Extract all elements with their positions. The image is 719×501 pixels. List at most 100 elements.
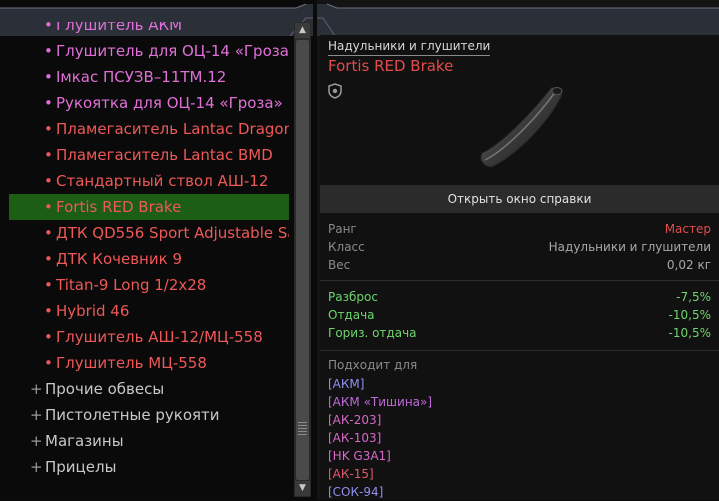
tree-item[interactable]: • Глушитель МЦ-558: [9, 350, 289, 376]
tree-item-label: Глушитель МЦ-558: [56, 354, 207, 372]
stat-row: Отдача -10,5%: [328, 306, 711, 324]
tree-item-partial[interactable]: • Глушитель АКМ: [9, 22, 289, 38]
tree-item[interactable]: • ДТК Кочевник 9: [9, 246, 289, 272]
tree-item[interactable]: • Пламегаситель Lantac BMD: [9, 142, 289, 168]
stat-value: -10,5%: [668, 308, 711, 322]
info-value: Надульники и глушители: [548, 240, 711, 254]
tree-item-label: Рукоятка для ОЦ-14 «Гроза»: [56, 94, 283, 112]
tree-item-label: Titan-9 Long 1/2x28: [56, 276, 207, 294]
stat-key: Гориз. отдача: [328, 326, 417, 340]
fits-title: Подходит для: [328, 358, 418, 372]
fits-weapon-link[interactable]: [АКМ «Тишина»]: [328, 393, 432, 411]
bullet-icon: •: [44, 302, 53, 320]
bullet-icon: •: [44, 276, 53, 294]
expand-plus-icon[interactable]: +: [30, 376, 45, 402]
info-row: Ранг Мастер: [328, 220, 711, 238]
info-key: Класс: [328, 240, 365, 254]
fits-weapon-link[interactable]: [АК-15]: [328, 465, 432, 483]
bullet-icon: •: [44, 94, 53, 112]
expand-plus-icon[interactable]: +: [30, 454, 45, 480]
item-preview-image: [480, 86, 563, 168]
bullet-icon: •: [44, 250, 53, 268]
open-help-button[interactable]: Открыть окно справки: [320, 185, 719, 213]
bullet-icon: •: [44, 120, 53, 138]
tree-item-label: Fortis RED Brake: [56, 198, 182, 216]
tree-item-label: Hybrid 46: [56, 302, 130, 320]
bullet-icon: •: [44, 328, 53, 346]
tree-category-label: Прицелы: [45, 458, 117, 476]
tree-item[interactable]: •Пламегаситель Lantac Dragon 7.62: [9, 116, 289, 142]
tree-item-label: Імкас ПСУЗВ–11ТМ.12: [56, 68, 227, 86]
tree-item-label: Пламегаситель Lantac BMD: [56, 146, 273, 164]
info-value: Мастер: [664, 222, 711, 236]
scroll-grip-icon: [298, 422, 307, 436]
fits-weapon-link[interactable]: [АКМ]: [328, 375, 432, 393]
info-value: 0,02 кг: [666, 258, 711, 272]
tree-item[interactable]: • Імкас ПСУЗВ–11ТМ.12: [9, 64, 289, 90]
tree-category[interactable]: + Магазины: [30, 428, 124, 454]
tree-item[interactable]: • Стандартный ствол АШ-12: [9, 168, 289, 194]
stat-row: Разброс -7,5%: [328, 288, 711, 306]
tree-category[interactable]: + Прочие обвесы: [30, 376, 164, 402]
tree-category-label: Магазины: [45, 432, 124, 450]
stat-key: Разброс: [328, 290, 378, 304]
item-info-rows: Ранг Мастер Класс Надульники и глушители Вес…: [328, 220, 711, 274]
bullet-icon: •: [44, 68, 53, 86]
fits-weapon-link[interactable]: [АК-203]: [328, 411, 432, 429]
tree-category[interactable]: + Пистолетные рукояти: [30, 402, 220, 428]
scroll-down-icon[interactable]: ▼: [295, 481, 310, 496]
fits-weapon-link[interactable]: [HK G3A1]: [328, 447, 432, 465]
bullet-icon: •: [44, 354, 53, 372]
tree-item-label: Стандартный ствол АШ-12: [56, 172, 269, 190]
tree-scrollbar[interactable]: ▲ ▼: [294, 22, 311, 497]
bullet-icon: •: [44, 42, 53, 60]
expand-plus-icon[interactable]: +: [30, 402, 45, 428]
expand-plus-icon[interactable]: +: [30, 428, 45, 454]
fits-weapon-link[interactable]: [СОК-94]: [328, 483, 432, 501]
bullet-icon: •: [44, 224, 53, 242]
info-row: Класс Надульники и глушители: [328, 238, 711, 256]
items-tree-panel: • Глушитель АКМ • Глушитель для ОЦ-14 «Гр…: [0, 0, 313, 500]
stat-row: Гориз. отдача -10,5%: [328, 324, 711, 342]
tree-item-label: ДТК Кочевник 9: [56, 250, 182, 268]
bullet-icon: •: [44, 146, 53, 164]
scroll-up-icon[interactable]: ▲: [295, 23, 310, 38]
tree-category-label: Пистолетные рукояти: [45, 406, 220, 424]
fits-weapon-link[interactable]: [АК-103]: [328, 429, 432, 447]
shield-icon: [328, 83, 342, 99]
bullet-icon: •: [44, 22, 53, 34]
item-info: Надульники и глушители Fortis RED Brake …: [320, 35, 719, 500]
tree-item[interactable]: • Глушитель для ОЦ-14 «Гроза»: [9, 38, 289, 64]
tree-item[interactable]: • Глушитель АШ-12/МЦ-558: [9, 324, 289, 350]
info-key: Ранг: [328, 222, 357, 236]
tree-item-label: Глушитель для ОЦ-14 «Гроза»: [56, 42, 289, 60]
items-tree: • Глушитель АКМ • Глушитель для ОЦ-14 «Гр…: [0, 22, 292, 500]
tree-item-selected[interactable]: • Fortis RED Brake: [9, 194, 289, 220]
tree-item[interactable]: •ДТК QD556 Sport Adjustable Saiga: [9, 220, 289, 246]
divider: [320, 280, 719, 281]
tree-item[interactable]: • Hybrid 46: [9, 298, 289, 324]
info-key: Вес: [328, 258, 351, 272]
tree-category[interactable]: + Прицелы: [30, 454, 116, 480]
tree-item-label: ДТК QD556 Sport Adjustable Saiga: [56, 224, 289, 242]
divider: [320, 350, 719, 351]
item-category: Надульники и глушители: [328, 39, 491, 56]
tree-item[interactable]: • Рукоятка для ОЦ-14 «Гроза»: [9, 90, 289, 116]
item-name: Fortis RED Brake: [328, 57, 454, 75]
info-row: Вес 0,02 кг: [328, 256, 711, 274]
tree-item-label: Глушитель АКМ: [56, 22, 183, 34]
tree-item[interactable]: • Titan-9 Long 1/2x28: [9, 272, 289, 298]
stat-value: -7,5%: [676, 290, 711, 304]
stat-value: -10,5%: [668, 326, 711, 340]
stat-key: Отдача: [328, 308, 375, 322]
tree-item-label: Пламегаситель Lantac Dragon 7.62: [56, 120, 289, 138]
item-stat-rows: Разброс -7,5% Отдача -10,5% Гориз. отдача -10…: [328, 288, 711, 342]
detail-panel-header: [317, 0, 719, 37]
bullet-icon: •: [44, 198, 53, 216]
bullet-icon: •: [44, 172, 53, 190]
tree-category-label: Прочие обвесы: [45, 380, 165, 398]
tree-item-label: Глушитель АШ-12/МЦ-558: [56, 328, 263, 346]
scroll-thumb[interactable]: [296, 40, 309, 480]
fits-list: [АКМ] [АКМ «Тишина»] [АК-203] [АК-103] [HK G…: [328, 375, 432, 501]
item-detail-panel: Надульники и глушители Fortis RED Brake …: [317, 0, 719, 500]
